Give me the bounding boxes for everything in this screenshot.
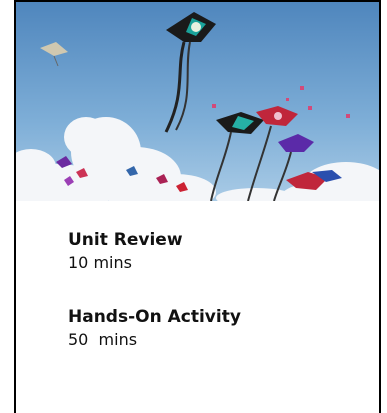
item-unit-review: Unit Review 10 mins (68, 230, 241, 273)
item-duration: 10 mins (68, 253, 132, 272)
lesson-items: Unit Review 10 mins Hands-On Activity 50… (68, 230, 241, 350)
kites-photo (16, 2, 379, 201)
lesson-card: Unit Review 10 mins Hands-On Activity 50… (14, 0, 381, 413)
item-duration: 50 mins (68, 330, 138, 349)
item-title: Unit Review (68, 230, 183, 250)
item-hands-on-activity: Hands-On Activity 50 mins (68, 307, 241, 350)
item-title: Hands-On Activity (68, 307, 241, 327)
